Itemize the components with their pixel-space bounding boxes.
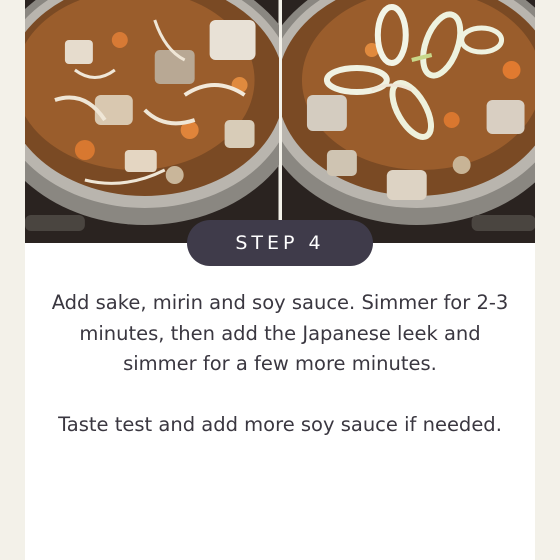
- instruction-paragraph-1: Add sake, mirin and soy sauce. Simmer fo…: [51, 291, 509, 375]
- step-badge: STEP 4: [187, 220, 373, 266]
- instructions: Add sake, mirin and soy sauce. Simmer fo…: [43, 288, 517, 440]
- stew-pot-image: [25, 0, 279, 243]
- recipe-step-card: STEP 4 Add sake, mirin and soy sauce. Si…: [25, 0, 535, 560]
- photo-strip: [25, 0, 535, 243]
- stew-pot-with-leek-image: [281, 0, 535, 243]
- instruction-paragraph-2: Taste test and add more soy sauce if nee…: [58, 412, 502, 436]
- stew-photo-right: [281, 0, 535, 243]
- step-label: STEP 4: [235, 232, 325, 254]
- stew-photo-left: [25, 0, 279, 243]
